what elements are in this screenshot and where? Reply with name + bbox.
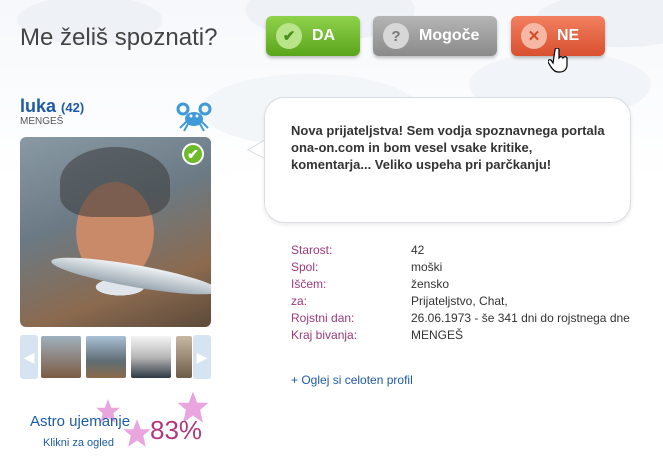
no-button-label: NE xyxy=(557,27,580,44)
chevron-right-icon[interactable]: ▶ xyxy=(193,335,211,379)
profile-age: (42) xyxy=(61,100,85,115)
page-title: Me želiš spoznati? xyxy=(20,24,218,51)
question-icon: ? xyxy=(383,23,409,49)
profile-photo[interactable] xyxy=(20,137,211,327)
profile-name-text: luka xyxy=(20,96,57,116)
profile-name[interactable]: luka (42) xyxy=(20,96,84,117)
thumbnail[interactable] xyxy=(41,336,81,378)
thumbnail[interactable] xyxy=(176,336,192,378)
about-me-bubble: Nova prijateljstva! Sem vodja spoznavneg… xyxy=(264,97,631,223)
x-icon: ✕ xyxy=(521,23,547,49)
detail-value: Prijateljstvo, Chat, xyxy=(411,294,508,308)
detail-label: Spol: xyxy=(291,260,319,274)
details-label-col: Starost: Spol: Iščem: za: Rojstni dan: K… xyxy=(291,242,357,344)
thumbnail[interactable] xyxy=(131,336,171,378)
cancer-crab-icon xyxy=(176,102,212,132)
detail-value: 26.06.1973 - še 341 dni do rojstnega dne xyxy=(411,311,630,325)
profile-city: MENGEŠ xyxy=(20,116,64,127)
astro-match-percent: 83% xyxy=(150,415,203,445)
chevron-left-icon[interactable]: ◀ xyxy=(20,335,38,379)
detail-value: MENGEŠ xyxy=(411,328,464,342)
hand-cursor-icon xyxy=(548,48,568,73)
yes-button[interactable]: ✔ DA xyxy=(266,16,360,56)
check-icon: ✔ xyxy=(276,23,302,49)
detail-label: Kraj bivanja: xyxy=(291,328,358,342)
verified-check-icon: ✔ xyxy=(182,143,204,165)
detail-value: 42 xyxy=(411,243,425,257)
about-me-text: Nova prijateljstva! Sem vodja spoznavneg… xyxy=(291,123,605,172)
detail-label: Rojstni dan: xyxy=(291,311,355,325)
detail-label: Starost: xyxy=(291,243,333,257)
astro-click-hint[interactable]: Klikni za ogled xyxy=(43,437,114,449)
detail-label: za: xyxy=(291,294,308,308)
astro-match-link[interactable]: Astro ujemanje xyxy=(30,413,130,430)
thumbnail[interactable] xyxy=(86,336,126,378)
yes-button-label: DA xyxy=(312,27,336,44)
maybe-button-label: Mogoče xyxy=(419,27,480,44)
maybe-button[interactable]: ? Mogoče xyxy=(373,16,497,56)
photo-thumbnails: ◀ ▶ xyxy=(20,335,211,379)
detail-value: moški xyxy=(411,260,443,274)
full-profile-link[interactable]: + Oglej si celoten profil xyxy=(291,373,413,387)
details-value-col: 42 moški žensko Prijateljstvo, Chat, 26.… xyxy=(411,242,630,344)
detail-value: žensko xyxy=(411,277,450,291)
detail-label: Iščem: xyxy=(291,277,327,291)
